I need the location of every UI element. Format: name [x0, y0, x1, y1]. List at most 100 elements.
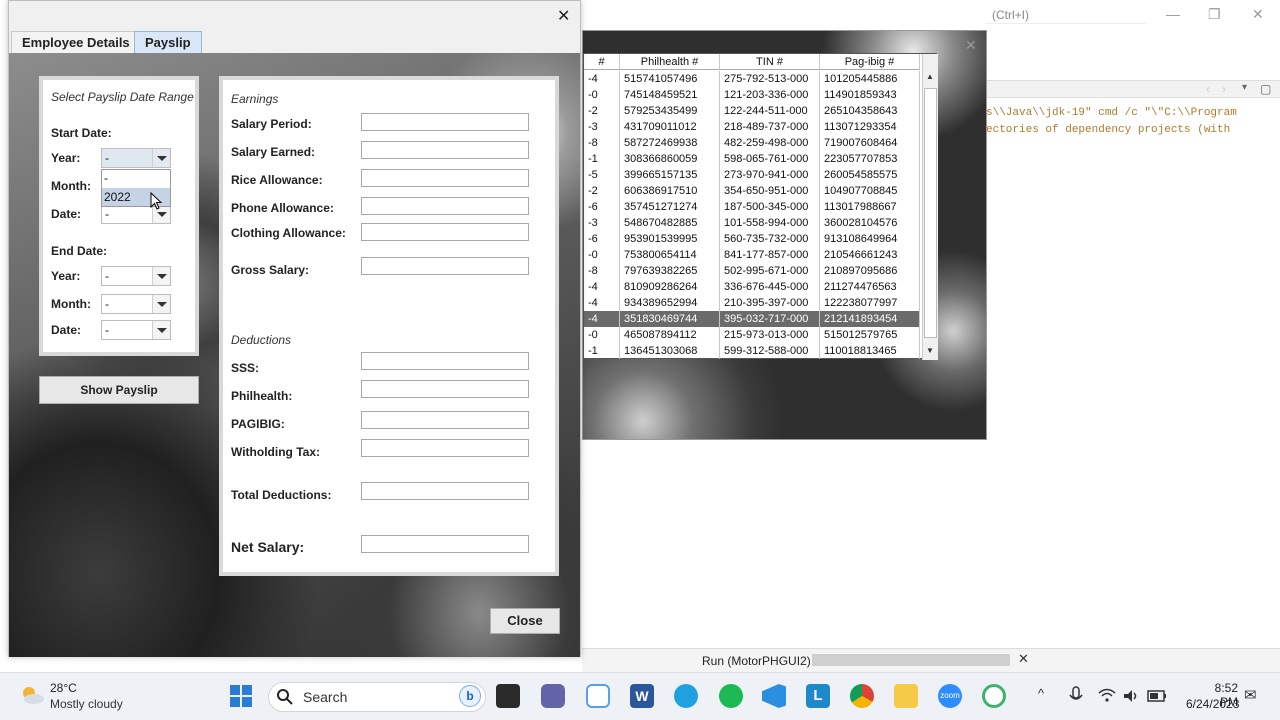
- total-deductions-field[interactable]: [361, 482, 529, 500]
- folder-icon[interactable]: [894, 684, 918, 708]
- table-row[interactable]: -2 579253435499 122-244-511-000 26510435864…: [584, 103, 920, 119]
- edge-icon[interactable]: [674, 684, 698, 708]
- chevron-down-icon[interactable]: [152, 295, 170, 313]
- tab-employee-details[interactable]: Employee Details: [11, 31, 141, 53]
- table-row[interactable]: -4 351830469744 395-032-717-000 21214189345…: [584, 311, 920, 327]
- table-cell: 719007608464: [820, 135, 920, 151]
- app-hex-icon[interactable]: [586, 684, 610, 708]
- chevron-down-icon[interactable]: [152, 267, 170, 285]
- chevron-up-icon[interactable]: ^: [1038, 686, 1044, 701]
- witholding-tax-field[interactable]: [361, 439, 529, 457]
- zoom-icon[interactable]: zoom: [938, 684, 962, 708]
- nav-left-icon[interactable]: ‹: [1206, 82, 1210, 96]
- table-cell: 336-676-445-000: [720, 279, 820, 295]
- bing-icon[interactable]: b: [459, 685, 481, 707]
- weather-temperature[interactable]: 28°C: [50, 681, 77, 695]
- windows-start-icon[interactable]: [229, 684, 253, 708]
- table-scrollbar[interactable]: ▲ ▼: [922, 54, 938, 360]
- table-cell: 606386917510: [620, 183, 720, 199]
- maximize-icon[interactable]: ▢: [1260, 82, 1271, 96]
- dialog-close-icon[interactable]: ✕: [557, 6, 570, 26]
- phone-allowance-label: Phone Allowance:: [231, 201, 334, 215]
- tab-payslip[interactable]: Payslip: [134, 31, 202, 53]
- table-cell: 953901539995: [620, 231, 720, 247]
- clothing-allowance-field[interactable]: [361, 223, 529, 241]
- weather-cloudy-icon[interactable]: [18, 684, 46, 706]
- end-year-combo[interactable]: -: [101, 266, 171, 286]
- sss-field[interactable]: [361, 352, 529, 370]
- table-row[interactable]: -0 465087894112 215-973-013-000 51501257976…: [584, 327, 920, 343]
- end-date-combo[interactable]: -: [101, 320, 171, 340]
- table-cell: 210897095686: [820, 263, 920, 279]
- stop-run-icon[interactable]: ✕: [1018, 651, 1029, 667]
- wifi-icon[interactable]: [1098, 688, 1116, 704]
- battery-icon[interactable]: [1147, 690, 1167, 702]
- table-cell: -5: [584, 167, 620, 183]
- salary-period-field[interactable]: [361, 113, 529, 131]
- table-cell: 273-970-941-000: [720, 167, 820, 183]
- table-row[interactable]: -1 136451303068 599-312-588-000 11001881346…: [584, 343, 920, 359]
- file-explorer-dark-icon[interactable]: [496, 684, 520, 708]
- table-row[interactable]: -0 745148459521 121-203-336-000 11490185934…: [584, 87, 920, 103]
- table-row[interactable]: -6 357451271274 187-500-345-000 11301798866…: [584, 199, 920, 215]
- pagibig-field[interactable]: [361, 411, 529, 429]
- close-button[interactable]: Close: [490, 608, 560, 634]
- table-header[interactable]: # Philhealth # TIN # Pag-ibig #: [584, 54, 920, 70]
- clock-date[interactable]: 6/24/2023: [1186, 697, 1239, 711]
- taskbar-search-placeholder: Search: [303, 689, 348, 705]
- notification-icon[interactable]: ✉: [1244, 686, 1257, 704]
- chevron-down-icon[interactable]: [152, 321, 170, 339]
- circle-app-icon[interactable]: [982, 684, 1006, 708]
- scroll-thumb[interactable]: [924, 88, 937, 338]
- table-cell: 260054585575: [820, 167, 920, 183]
- table-row[interactable]: -8 797639382265 502-995-671-000 21089709568…: [584, 263, 920, 279]
- year-option[interactable]: -: [102, 170, 170, 188]
- scroll-up-icon[interactable]: ▲: [926, 72, 934, 81]
- philhealth-field[interactable]: [361, 380, 529, 398]
- salary-earned-field[interactable]: [361, 141, 529, 159]
- chrome-icon[interactable]: [850, 684, 874, 708]
- spotify-icon[interactable]: [719, 684, 743, 708]
- table-row[interactable]: -4 515741057496 275-792-513-000 10120544588…: [584, 71, 920, 87]
- table-row[interactable]: -2 606386917510 354-650-951-000 10490770884…: [584, 183, 920, 199]
- table-row[interactable]: -3 431709011012 218-489-737-000 11307129335…: [584, 119, 920, 135]
- taskbar-search-box[interactable]: [268, 682, 486, 712]
- table-cell: -4: [584, 295, 620, 311]
- word-icon[interactable]: W: [630, 684, 654, 708]
- console-toolbar: ‹ › ▾ ▢: [986, 80, 1280, 98]
- end-month-combo[interactable]: -: [101, 294, 171, 314]
- l-app-icon[interactable]: L: [806, 684, 830, 708]
- restore-icon[interactable]: ❐: [1208, 6, 1221, 22]
- microphone-icon[interactable]: [1068, 686, 1084, 706]
- show-payslip-button[interactable]: Show Payslip: [39, 376, 199, 404]
- scroll-down-icon[interactable]: ▼: [926, 346, 934, 355]
- year-dropdown-list: - 2022: [101, 169, 171, 210]
- phone-allowance-field[interactable]: [361, 197, 529, 215]
- net-salary-field[interactable]: [361, 535, 529, 553]
- table-window-close-icon[interactable]: ✕: [965, 37, 977, 54]
- weather-description[interactable]: Mostly cloudy: [50, 697, 123, 711]
- earnings-section-title: Earnings: [231, 92, 279, 106]
- ide-search-field[interactable]: (Ctrl+I): [986, 6, 1146, 24]
- table-row[interactable]: -4 810909286264 336-676-445-000 21127447656…: [584, 279, 920, 295]
- table-row[interactable]: -8 587272469938 482-259-498-000 71900760846…: [584, 135, 920, 151]
- nav-right-icon[interactable]: ›: [1222, 82, 1226, 96]
- window-close-icon[interactable]: ✕: [1252, 6, 1264, 22]
- dropdown-icon[interactable]: ▾: [1242, 82, 1247, 93]
- table-cell: 431709011012: [620, 119, 720, 135]
- start-year-combo[interactable]: -: [101, 148, 171, 168]
- rice-allowance-field[interactable]: [361, 169, 529, 187]
- table-row[interactable]: -1 308366860059 598-065-761-000 22305770785…: [584, 151, 920, 167]
- volume-icon[interactable]: [1122, 688, 1140, 704]
- sss-label: SSS:: [231, 361, 260, 375]
- table-row[interactable]: -6 953901539995 560-735-732-000 91310864996…: [584, 231, 920, 247]
- table-row[interactable]: -5 399665157135 273-970-941-000 26005458557…: [584, 167, 920, 183]
- teams-icon[interactable]: [541, 684, 565, 708]
- chevron-down-icon[interactable]: [152, 149, 170, 167]
- gross-salary-field[interactable]: [361, 257, 529, 275]
- minimize-icon[interactable]: —: [1166, 6, 1180, 22]
- table-row[interactable]: -3 548670482885 101-558-994-000 36002810457…: [584, 215, 920, 231]
- table-row[interactable]: -4 934389652994 210-395-397-000 12223807799…: [584, 295, 920, 311]
- table-cell: -0: [584, 87, 620, 103]
- table-row[interactable]: -0 753800654114 841-177-857-000 21054666124…: [584, 247, 920, 263]
